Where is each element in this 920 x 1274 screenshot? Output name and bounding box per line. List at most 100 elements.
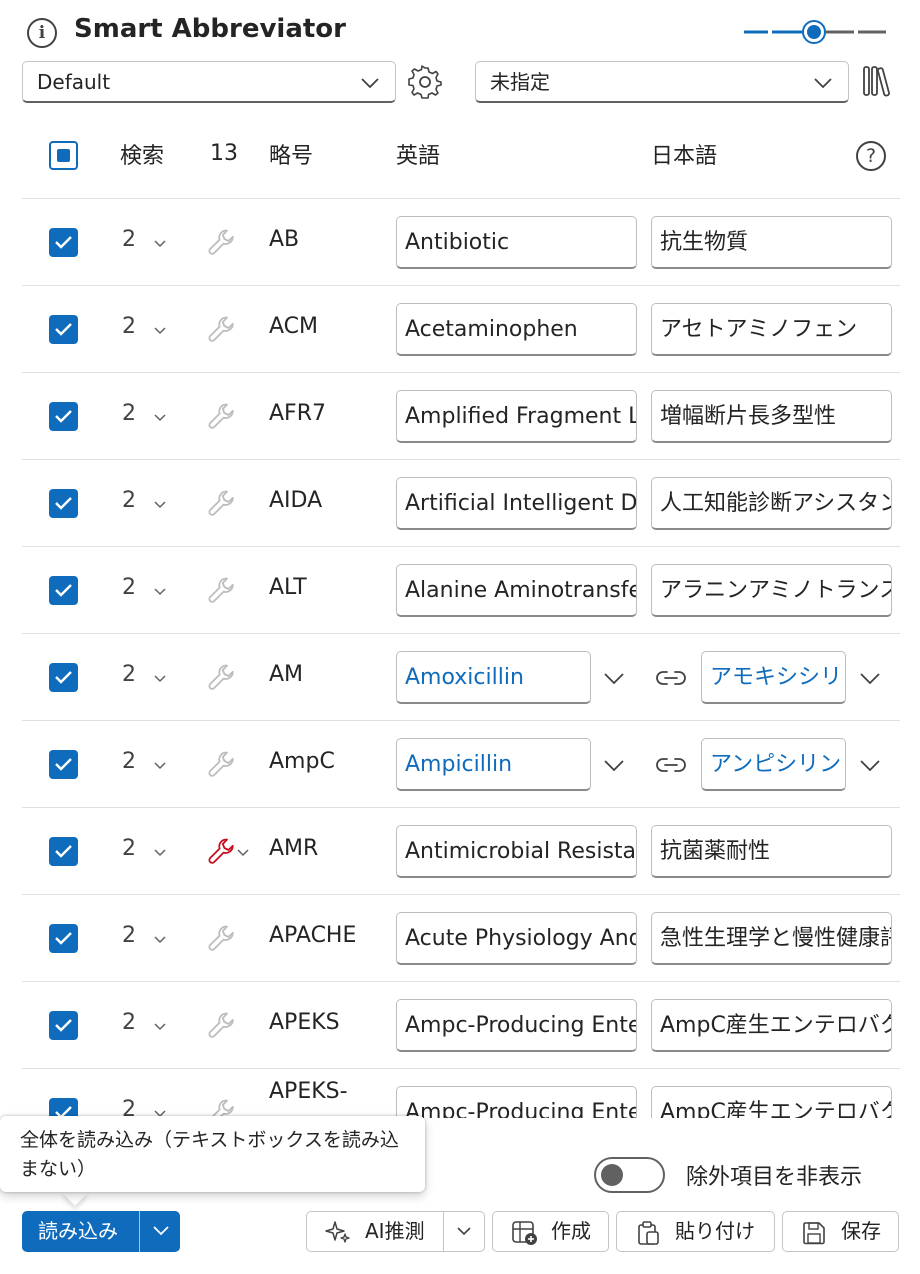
chevron-down-icon[interactable] [153,758,167,772]
row-abbreviation: APACHE [269,923,357,948]
link-icon[interactable] [655,664,687,692]
abbreviation-list[interactable]: 2 AB Antibiotic 抗生物質 2 ACM Acetaminophen アセトアミノ… [0,198,920,1118]
chevron-down-icon[interactable] [153,584,167,598]
row-checkbox[interactable] [49,663,78,692]
english-input[interactable]: Acetaminophen [396,303,637,356]
japanese-input[interactable]: アセトアミノフェン [651,303,892,356]
chevron-down-icon[interactable] [153,497,167,511]
wrench-icon[interactable] [206,923,238,955]
wrench-icon[interactable] [206,836,238,868]
japanese-select[interactable]: アモキシシリン [701,651,846,704]
save-button[interactable]: 保存 [782,1211,899,1252]
library-icon[interactable] [862,64,894,98]
chevron-down-icon[interactable] [858,753,882,777]
chevron-down-icon[interactable] [153,845,167,859]
wrench-icon[interactable] [206,314,238,346]
row-checkbox[interactable] [49,315,78,344]
help-icon[interactable]: ? [856,141,886,171]
chevron-down-icon[interactable] [602,753,626,777]
slider-icon[interactable] [742,18,886,48]
header-english[interactable]: 英語 [396,138,440,170]
table-add-icon [512,1221,537,1245]
header-japanese[interactable]: 日本語 [651,138,717,170]
wrench-icon[interactable] [206,1097,238,1118]
chevron-down-icon[interactable] [858,666,882,690]
header-abbr[interactable]: 略号 [269,138,313,170]
row-checkbox[interactable] [49,402,78,431]
chevron-down-icon[interactable] [153,236,167,250]
table-row: 2 AFR7 Amplified Fragment Length Polymorph… [22,372,900,459]
row-checkbox[interactable] [49,576,78,605]
create-button[interactable]: 作成 [492,1211,609,1252]
category-select[interactable]: 未指定 [475,61,849,103]
split-divider [139,1211,140,1252]
japanese-input[interactable]: アラニンアミノトランスフェラーゼ [651,564,892,617]
paste-button[interactable]: 貼り付け [616,1211,775,1252]
english-input[interactable]: Artificial Intelligent Diagnostic Assist… [396,477,637,530]
english-input[interactable]: Acute Physiology And Chronic Health Eval… [396,912,637,965]
row-checkbox[interactable] [49,1011,78,1040]
row-checkbox[interactable] [49,750,78,779]
sparkle-icon [325,1221,350,1243]
english-input[interactable]: Ampc-Producing Enterobacteriaceae [396,1086,637,1118]
wrench-icon[interactable] [206,662,238,694]
header-search[interactable]: 検索 [120,138,164,170]
select-all-checkbox[interactable] [49,141,78,170]
load-button[interactable]: 読み込み [38,1211,118,1252]
japanese-input[interactable]: 抗生物質 [651,216,892,269]
table-row: 2 AIDA Artificial Intelligent Diagnostic A… [22,459,900,546]
row-abbreviation: AFR7 [269,401,326,426]
row-checkbox[interactable] [49,489,78,518]
row-count: 2 [122,749,136,774]
wrench-icon[interactable] [206,1010,238,1042]
profile-select[interactable]: Default [22,61,396,103]
row-checkbox[interactable] [49,837,78,866]
row-checkbox[interactable] [49,228,78,257]
japanese-input[interactable]: 急性生理学と慢性健康評価 [651,912,892,965]
japanese-input[interactable]: 抗菌薬耐性 [651,825,892,878]
chevron-down-icon[interactable] [153,1019,167,1033]
chevron-down-icon [361,78,379,89]
ai-guess-button[interactable]: AI推測 [365,1212,425,1251]
japanese-input[interactable]: AmpC産生エンテロバクター [651,999,892,1052]
wrench-icon[interactable] [206,401,238,433]
chevron-down-icon[interactable] [602,666,626,690]
chevron-down-icon[interactable] [455,1222,473,1240]
english-input[interactable]: Amplified Fragment Length Polymorphism [396,390,637,443]
english-select[interactable]: Amoxicillin [396,651,591,704]
row-abbreviation: AmpC [269,749,335,774]
english-select[interactable]: Ampicillin [396,738,591,791]
chevron-down-icon[interactable] [153,323,167,337]
english-input[interactable]: Ampc-Producing Enterobacteriaceae [396,999,637,1052]
chevron-down-icon[interactable] [153,932,167,946]
japanese-input[interactable]: 増幅断片長多型性 [651,390,892,443]
english-input[interactable]: Antimicrobial Resistance [396,825,637,878]
table-row: 2 AM Amoxicillin アモキシシリン [22,633,900,720]
link-icon[interactable] [655,751,687,779]
row-abbreviation: ALT [269,575,307,600]
ai-guess-split-button[interactable]: AI推測 [306,1211,485,1252]
hide-excluded-toggle[interactable] [594,1157,665,1193]
chevron-down-icon[interactable] [153,410,167,424]
wrench-icon[interactable] [206,488,238,520]
english-input[interactable]: Antibiotic [396,216,637,269]
table-row: 2 AB Antibiotic 抗生物質 [22,198,900,285]
row-checkbox[interactable] [49,924,78,953]
english-input[interactable]: Alanine Aminotransferase [396,564,637,617]
chevron-down-icon[interactable] [153,671,167,685]
wrench-icon[interactable] [206,749,238,781]
row-abbreviation: AM [269,662,304,687]
chevron-down-icon[interactable] [236,845,250,859]
wrench-icon[interactable] [206,227,238,259]
gear-icon[interactable] [407,64,443,100]
japanese-input[interactable]: AmpC産生エンテロバクター [651,1086,892,1118]
japanese-input[interactable]: 人工知能診断アシスタント [651,477,892,530]
row-checkbox[interactable] [49,1098,78,1118]
row-abbreviation: AIDA [269,488,323,513]
row-count: 2 [122,923,136,948]
load-split-button[interactable]: 読み込み [22,1211,180,1252]
chevron-down-icon[interactable] [151,1221,171,1241]
japanese-select[interactable]: アンピシリン [701,738,846,791]
wrench-icon[interactable] [206,575,238,607]
info-icon[interactable]: i [27,18,57,48]
